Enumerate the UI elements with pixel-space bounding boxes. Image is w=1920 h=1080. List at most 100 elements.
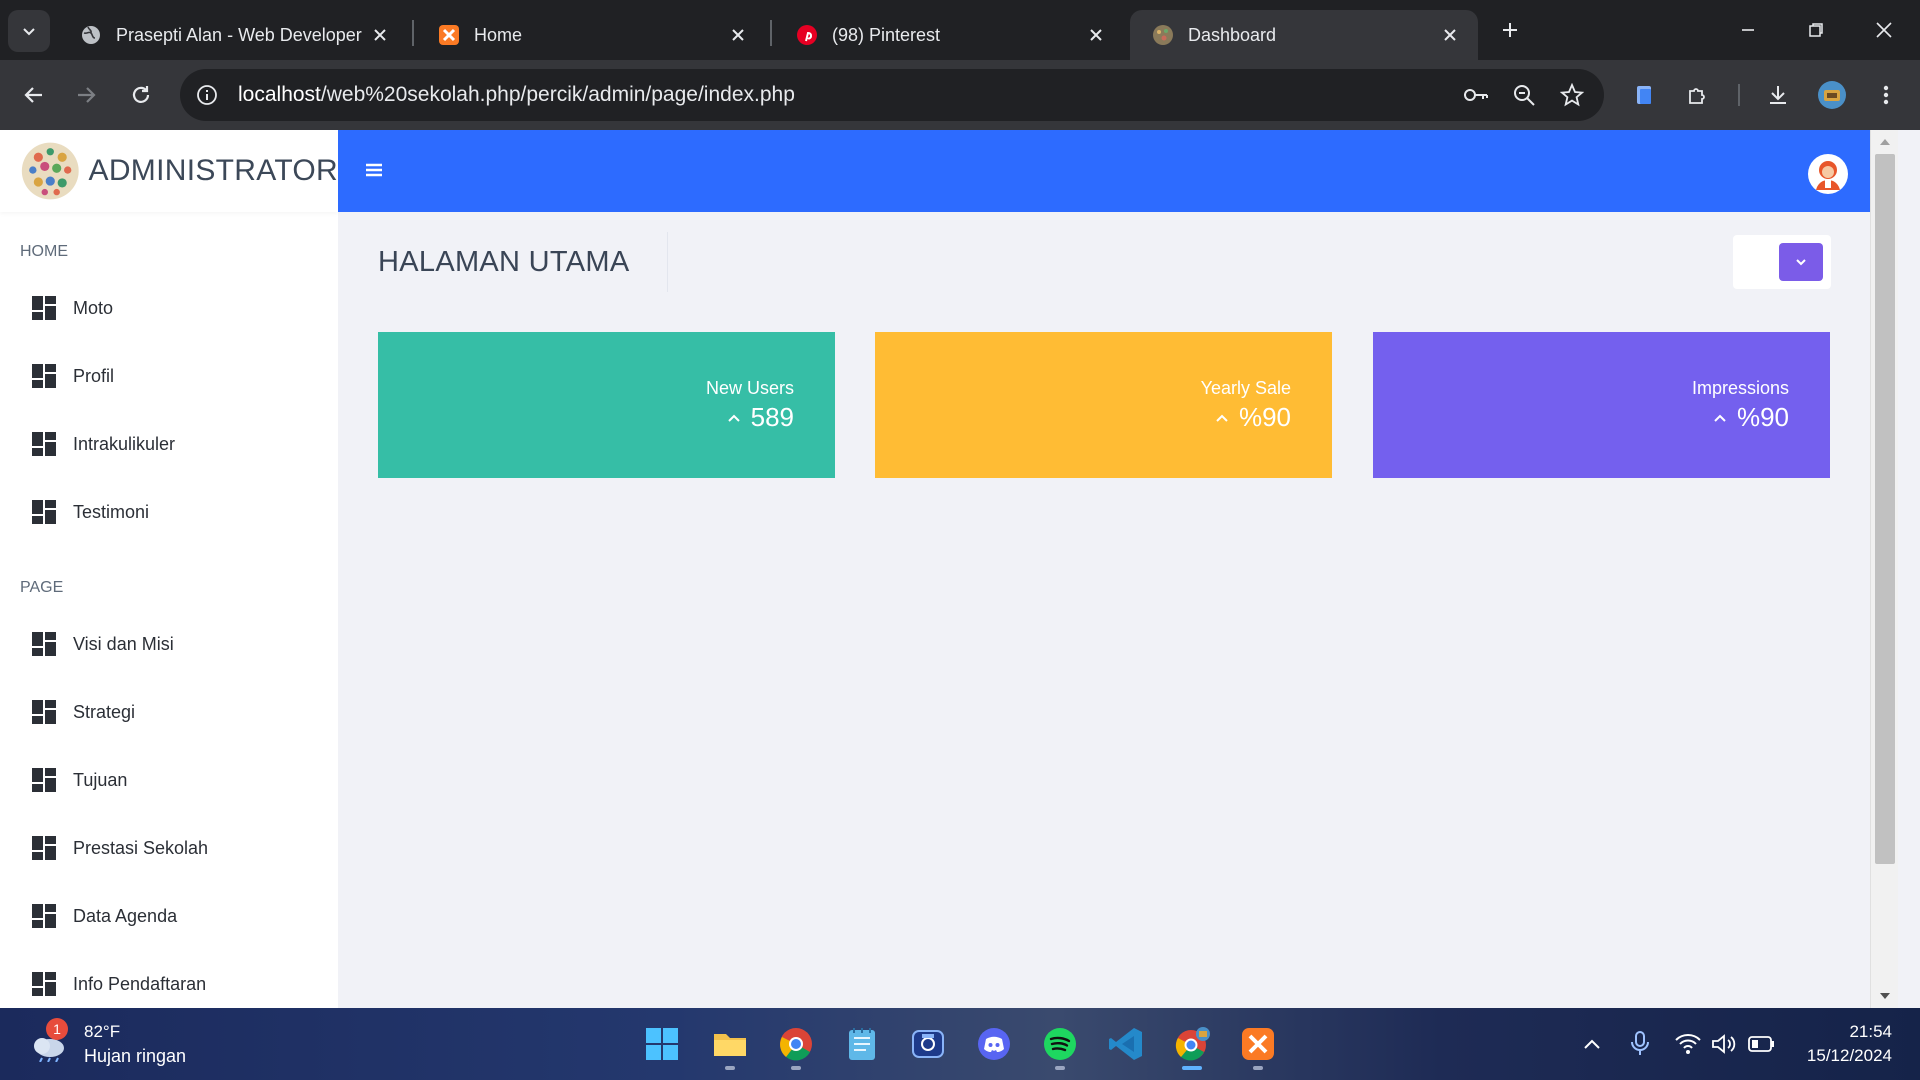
minimize-button[interactable]: [1728, 10, 1768, 50]
url-host: localhost: [238, 83, 321, 106]
bookmark-star-icon[interactable]: [1556, 79, 1588, 111]
tray-wifi[interactable]: [1674, 1030, 1702, 1058]
browser-toolbar: localhost/web%20sekolah.php/percik/admin…: [0, 60, 1920, 130]
xampp-icon: [1242, 1028, 1274, 1060]
chrome-profile-icon: [1175, 1027, 1210, 1061]
new-tab-button[interactable]: [1494, 14, 1526, 46]
sidebar-item-data-agenda[interactable]: Data Agenda: [0, 882, 338, 950]
tab-close-icon[interactable]: [1084, 23, 1108, 47]
taskbar-xampp[interactable]: [1234, 1020, 1282, 1070]
sidebar-item-label: Profil: [73, 365, 115, 386]
admin-sidebar: ADMINISTRATOR HOME Moto Profil Intrakuli…: [0, 130, 338, 1008]
scrollbar-thumb[interactable]: [1875, 154, 1895, 864]
extension-docs-icon[interactable]: [1626, 77, 1662, 113]
school-logo-icon: [21, 142, 79, 200]
url-path: /web%20sekolah.php/percik/admin/page/ind…: [320, 83, 795, 106]
minimize-icon: [1742, 29, 1754, 31]
sidebar-brand[interactable]: ADMINISTRATOR: [0, 130, 338, 212]
taskbar-capture-app[interactable]: [904, 1020, 952, 1068]
page-title: HALAMAN UTAMA: [378, 246, 630, 278]
address-bar[interactable]: localhost/web%20sekolah.php/percik/admin…: [180, 69, 1604, 121]
reload-icon: [132, 86, 150, 103]
tray-battery[interactable]: [1748, 1030, 1776, 1058]
vscode-icon: [1109, 1028, 1142, 1060]
sidebar-item-strategi[interactable]: Strategi: [0, 678, 338, 746]
tray-overflow-button[interactable]: [1578, 1030, 1606, 1058]
stat-label: New Users: [705, 378, 794, 398]
back-button[interactable]: [14, 75, 54, 115]
microphone-icon: [1631, 1031, 1649, 1055]
scroll-down-button[interactable]: [1871, 984, 1899, 1008]
tab-search-button[interactable]: [8, 10, 50, 52]
sidebar-item-info-pendaftaran[interactable]: Info Pendaftaran: [0, 950, 338, 1008]
dashboard-grid-icon: [32, 768, 56, 792]
sidebar-item-profil[interactable]: Profil: [0, 342, 338, 410]
brand-title: ADMINISTRATOR: [88, 154, 338, 187]
sidebar-item-visi-dan-misi[interactable]: Visi dan Misi: [0, 610, 338, 678]
chrome-menu-icon[interactable]: [1868, 77, 1904, 113]
site-info-icon[interactable]: [194, 82, 220, 108]
taskbar-chrome[interactable]: [772, 1020, 820, 1070]
sidebar-item-testimoni[interactable]: Testimoni: [0, 478, 338, 546]
weather-badge: 1: [46, 1018, 68, 1040]
chevron-down-icon: [1796, 259, 1806, 266]
dropdown-button[interactable]: [1779, 243, 1823, 281]
tab-title: (98) Pinterest: [832, 24, 941, 45]
profile-avatar-icon[interactable]: [1814, 77, 1850, 113]
tab-close-icon[interactable]: [368, 23, 392, 47]
sidebar-item-label: Visi dan Misi: [73, 633, 174, 654]
stat-card-impressions: Impressions %90: [1373, 332, 1830, 478]
tray-volume[interactable]: [1710, 1030, 1738, 1058]
sidebar-item-prestasi-sekolah[interactable]: Prestasi Sekolah: [0, 814, 338, 882]
sidebar-item-moto[interactable]: Moto: [0, 274, 338, 342]
stat-value: %90: [1238, 402, 1291, 432]
sidebar-item-tujuan[interactable]: Tujuan: [0, 746, 338, 814]
pinterest-icon: [796, 24, 818, 46]
taskbar-discord[interactable]: [970, 1020, 1018, 1068]
weather-widget[interactable]: 1 82°F Hujan ringan: [28, 1018, 186, 1070]
dashboard-grid-icon: [32, 432, 56, 456]
restore-button[interactable]: [1796, 10, 1836, 50]
hamburger-icon: [366, 163, 382, 177]
start-button[interactable]: [638, 1020, 686, 1068]
url-text[interactable]: localhost/web%20sekolah.php/percik/admin…: [238, 83, 1460, 107]
password-key-icon[interactable]: [1460, 79, 1492, 111]
close-window-button[interactable]: [1864, 10, 1904, 50]
taskbar-chrome-profile[interactable]: [1168, 1020, 1216, 1070]
taskbar-file-explorer[interactable]: [706, 1020, 754, 1070]
scroll-up-button[interactable]: [1871, 130, 1899, 154]
arrow-right-icon: [78, 87, 96, 103]
zoom-icon[interactable]: [1508, 79, 1540, 111]
page-scrollbar[interactable]: [1870, 130, 1898, 1008]
chevron-up-icon: [1713, 413, 1727, 423]
tab-close-icon[interactable]: [1438, 23, 1462, 47]
system-clock[interactable]: 21:54 15/12/2024: [1807, 1020, 1892, 1068]
menu-toggle-button[interactable]: [362, 158, 386, 182]
tab-close-icon[interactable]: [726, 23, 750, 47]
downloads-icon[interactable]: [1760, 77, 1796, 113]
page-viewport: ADMINISTRATOR HOME Moto Profil Intrakuli…: [0, 130, 1920, 1008]
extensions-puzzle-icon[interactable]: [1680, 77, 1716, 113]
close-icon: [1876, 22, 1892, 38]
sidebar-item-label: Strategi: [73, 701, 136, 722]
dashboard-grid-icon: [32, 632, 56, 656]
taskbar-spotify[interactable]: [1036, 1020, 1084, 1070]
tab-home[interactable]: Home: [416, 10, 766, 60]
taskbar-notepad[interactable]: [838, 1020, 886, 1068]
running-indicator: [791, 1066, 801, 1070]
forward-button[interactable]: [66, 75, 106, 115]
sidebar-item-intrakulikuler[interactable]: Intrakulikuler: [0, 410, 338, 478]
battery-icon: [1748, 1036, 1774, 1052]
reload-button[interactable]: [121, 75, 161, 115]
user-avatar[interactable]: [1808, 154, 1848, 194]
tab-prasepti[interactable]: Prasepti Alan - Web Developer: [58, 10, 408, 60]
tab-dashboard[interactable]: Dashboard: [1130, 10, 1478, 60]
user-avatar-icon: [1809, 155, 1847, 193]
tray-microphone[interactable]: [1626, 1030, 1654, 1058]
wifi-icon: [1675, 1034, 1701, 1054]
taskbar-vscode[interactable]: [1102, 1020, 1150, 1068]
tab-pinterest[interactable]: (98) Pinterest: [774, 10, 1124, 60]
